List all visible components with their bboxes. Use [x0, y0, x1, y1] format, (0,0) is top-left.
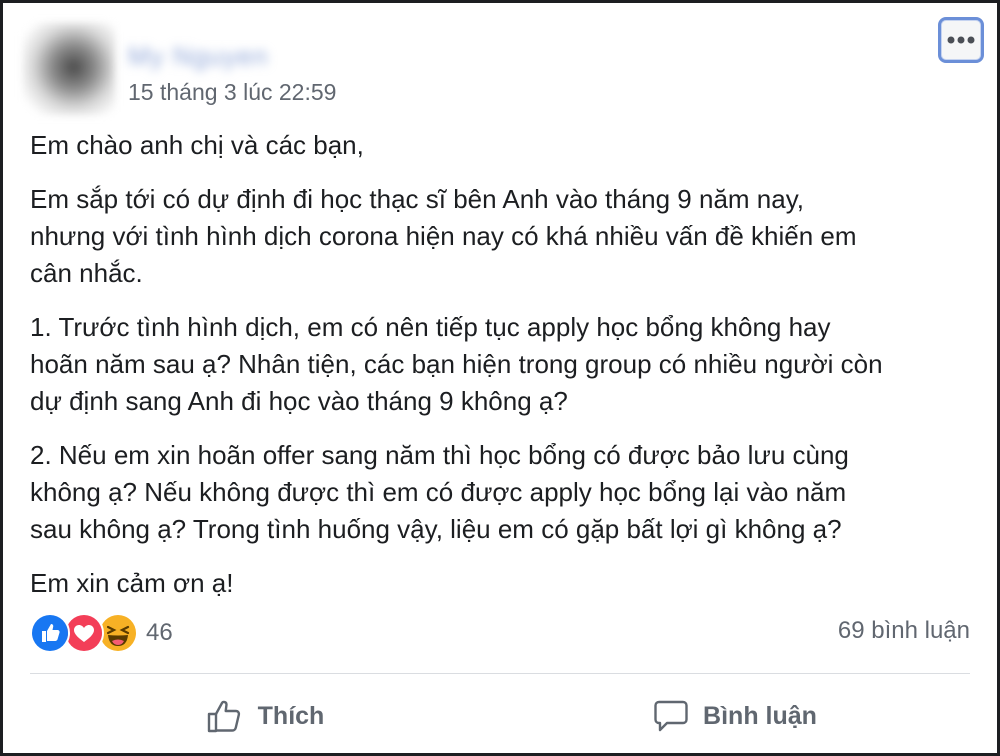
like-button-label: Thích [257, 701, 325, 730]
comment-button[interactable]: Bình luận [500, 683, 970, 749]
love-reaction-icon [64, 613, 104, 653]
comment-button-label: Bình luận [703, 701, 817, 730]
post-paragraph: 2. Nếu em xin hoãn offer sang năm thì họ… [30, 440, 849, 544]
post-paragraph: Em sắp tới có dự định đi học thạc sĩ bên… [30, 184, 857, 288]
post-body: Em chào anh chị và các bạn, Em sắp tới c… [30, 127, 980, 619]
post-actions: Thích Bình luận [30, 683, 970, 749]
thumbs-up-icon [206, 698, 244, 734]
post-stats: 46 69 bình luận [30, 613, 970, 653]
more-options-button[interactable] [938, 17, 984, 63]
haha-reaction-icon [98, 613, 138, 653]
post-header: My Nguyen 15 tháng 3 lúc 22:59 [13, 17, 987, 117]
post-card: My Nguyen 15 tháng 3 lúc 22:59 Em chào a… [0, 0, 1000, 756]
more-options-icon [947, 36, 975, 44]
like-reaction-icon [30, 613, 70, 653]
post-timestamp[interactable]: 15 tháng 3 lúc 22:59 [128, 79, 336, 106]
comment-bubble-icon [653, 699, 689, 733]
reaction-count[interactable]: 46 [146, 619, 173, 647]
post-paragraph: Em chào anh chị và các bạn, [30, 130, 364, 160]
author-name[interactable]: My Nguyen [128, 41, 269, 72]
like-button[interactable]: Thích [30, 683, 500, 749]
post-paragraph: Em xin cảm ơn ạ! [30, 568, 234, 598]
comment-count[interactable]: 69 bình luận [838, 617, 970, 645]
divider [30, 673, 970, 674]
reaction-summary[interactable]: 46 [30, 613, 173, 653]
post-paragraph: 1. Trước tình hình dịch, em có nên tiếp … [30, 312, 883, 416]
avatar[interactable] [23, 23, 115, 115]
